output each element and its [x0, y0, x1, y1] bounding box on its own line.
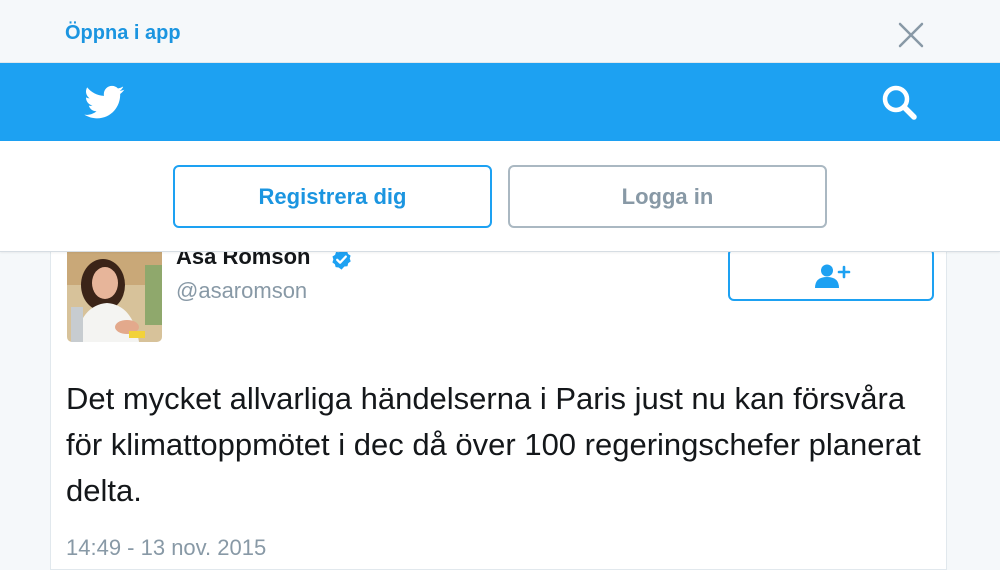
author-handle[interactable]: @asaromson: [176, 278, 307, 304]
search-icon[interactable]: [880, 83, 920, 123]
close-icon: [898, 22, 924, 48]
tweet-timestamp[interactable]: 14:49 - 13 nov. 2015: [66, 535, 266, 561]
signup-button[interactable]: Registrera dig: [173, 165, 492, 228]
open-in-app-link[interactable]: Öppna i app: [65, 22, 181, 45]
follow-user-icon: [815, 264, 851, 288]
follow-button[interactable]: [728, 248, 934, 301]
nav-bar: [0, 63, 1000, 141]
login-button[interactable]: Logga in: [508, 165, 827, 228]
close-banner-button[interactable]: [896, 20, 926, 50]
auth-bar: Registrera dig Logga in: [0, 141, 1000, 252]
tweet-text: Det mycket allvarliga händelserna i Pari…: [66, 381, 921, 508]
author-avatar[interactable]: [67, 245, 162, 342]
twitter-bird-icon[interactable]: [83, 82, 127, 122]
app-banner: Öppna i app: [0, 0, 1000, 63]
